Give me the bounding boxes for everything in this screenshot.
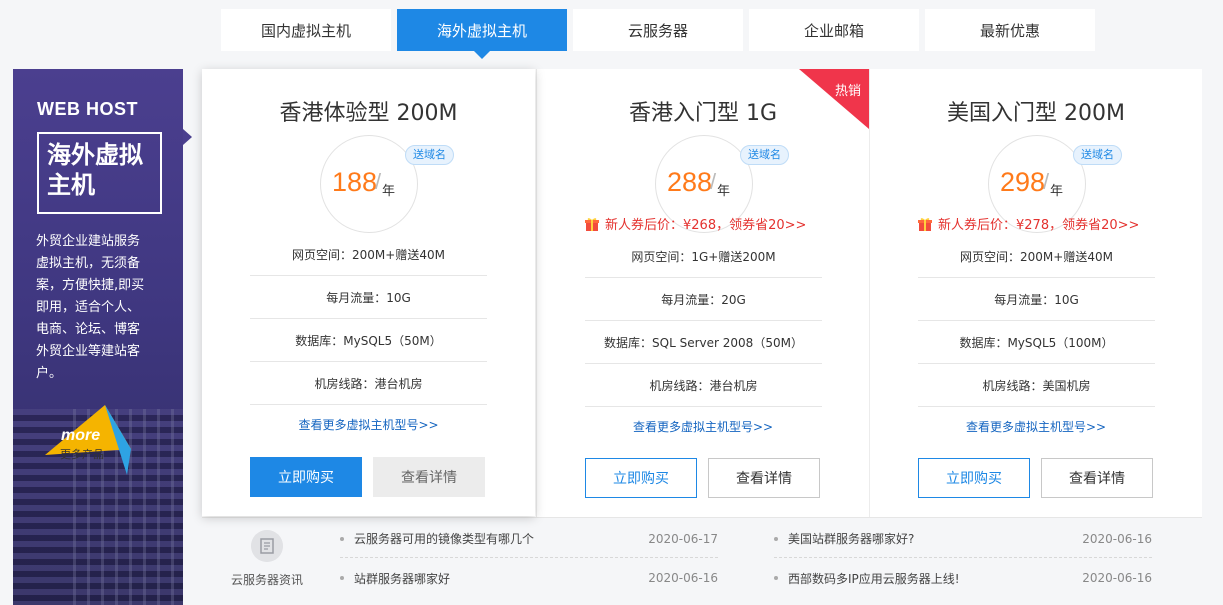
spec-web-space: 网页空间：200M+赠送40M [250,233,487,276]
spec-database: 数据库：MySQL5（50M） [250,319,487,362]
tab-domestic-host[interactable]: 国内虚拟主机 [221,9,391,51]
banner-cn-title-line2: 主机 [47,171,95,199]
overseas-host-banner[interactable]: WEB HOST 海外虚拟 主机 外贸企业建站服务 虚拟主机，无须备 案，方便快… [13,69,183,605]
price-unit: 年 [717,184,731,199]
news-icon [251,530,283,562]
banner-desc-line: 外贸企业等建站客 [36,344,141,359]
product-cards: 香港体验型 200M 188 / 年 送域名 网页空间：200M+赠送40M 每… [202,69,1202,517]
banner-pointer-icon [183,129,192,145]
coupon-offer[interactable]: 新人券后价：¥268，领券省20>> [585,214,806,233]
product-card-hk-basic: 热销 香港入门型 1G 288 / 年 送域名 新人券后价：¥268，领券省20… [536,69,869,517]
bullet-icon [774,576,778,580]
news-title[interactable]: 西部数码多IP应用云服务器上线! [788,570,960,587]
news-item[interactable]: 站群服务器哪家好 2020-06-16 [340,559,718,597]
coupon-text[interactable]: 新人券后价：¥268，领券省20>> [605,214,806,233]
spec-database: 数据库：SQL Server 2008（50M） [585,321,822,364]
gift-icon [585,217,599,231]
more-products-en[interactable]: more [61,427,100,445]
product-card-hk-trial: 香港体验型 200M 188 / 年 送域名 网页空间：200M+赠送40M 每… [202,69,535,516]
news-title[interactable]: 站群服务器哪家好 [354,570,450,587]
free-domain-badge: 送域名 [1073,145,1122,165]
view-details-button[interactable]: 查看详情 [373,457,485,497]
news-title[interactable]: 美国站群服务器哪家好? [788,530,914,547]
card-title: 美国入门型 200M [947,101,1125,126]
coupon-text[interactable]: 新人券后价：¥278，领券省20>> [938,214,1139,233]
product-tabs: 国内虚拟主机 海外虚拟主机 云服务器 企业邮箱 最新优惠 [221,9,1095,59]
banner-desc-line: 电商、论坛、博客 [36,322,141,337]
spec-web-space: 网页空间：200M+赠送40M [918,235,1155,278]
banner-desc-line: 户。 [36,366,63,381]
buy-now-button[interactable]: 立即购买 [250,457,362,497]
buy-now-button[interactable]: 立即购买 [918,458,1030,498]
news-date: 2020-06-16 [1082,571,1152,585]
bullet-icon [340,576,344,580]
bullet-icon [774,536,778,541]
price-unit: 年 [1050,184,1064,199]
tab-overseas-host[interactable]: 海外虚拟主机 [397,9,567,59]
view-details-button[interactable]: 查看详情 [708,458,820,498]
product-card-us-basic: 美国入门型 200M 298 / 年 送域名 新人券后价：¥278，领券省20>… [869,69,1202,517]
card-title: 香港体验型 200M [279,101,458,126]
news-item[interactable]: 美国站群服务器哪家好? 2020-06-16 [774,520,1152,558]
banner-cn-title: 海外虚拟 主机 [37,132,162,214]
coupon-offer[interactable]: 新人券后价：¥278，领券省20>> [918,214,1139,233]
news-item[interactable]: 云服务器可用的镜像类型有哪几个 2020-06-17 [340,520,718,558]
banner-description: 外贸企业建站服务 虚拟主机，无须备 案，方便快捷,即买 即用，适合个人、 电商、… [36,231,161,385]
tab-enterprise-mail[interactable]: 企业邮箱 [749,9,919,51]
price-slash: / [375,169,382,194]
spec-traffic: 每月流量：10G [250,276,487,319]
news-item[interactable]: 西部数码多IP应用云服务器上线! 2020-06-16 [774,559,1152,597]
gift-icon [918,217,932,231]
card-title: 香港入门型 1G [628,101,778,126]
more-models-link[interactable]: 查看更多虚拟主机型号>> [870,418,1202,435]
spec-web-space: 网页空间：1G+赠送200M [585,235,822,278]
more-products-link[interactable]: 更多产品 [60,446,104,462]
news-title[interactable]: 云服务器可用的镜像类型有哪几个 [354,530,534,547]
cloud-news-section: 云服务器资讯 云服务器可用的镜像类型有哪几个 2020-06-17 美国站群服务… [202,517,1202,597]
spec-database: 数据库：MySQL5（100M） [918,321,1155,364]
price-slash: / [1043,169,1050,194]
banner-desc-line: 案，方便快捷,即买 [36,278,145,293]
page: 国内虚拟主机 海外虚拟主机 云服务器 企业邮箱 最新优惠 WEB HOST 海外… [0,0,1223,605]
tab-latest-offers[interactable]: 最新优惠 [925,9,1095,51]
price-value: 188 [332,167,378,197]
price-value: 288 [667,167,713,197]
banner-cn-title-line1: 海外虚拟 [47,141,143,169]
spec-datacenter: 机房线路：港台机房 [250,362,487,405]
buy-now-button[interactable]: 立即购买 [585,458,697,498]
more-models-link[interactable]: 查看更多虚拟主机型号>> [202,416,535,433]
banner-en-title: WEB HOST [37,99,138,119]
free-domain-badge: 送域名 [740,145,789,165]
news-date: 2020-06-16 [648,571,718,585]
banner-desc-line: 即用，适合个人、 [36,300,141,315]
news-section-label: 云服务器资讯 [231,573,304,587]
spec-datacenter: 机房线路：港台机房 [585,364,822,407]
view-details-button[interactable]: 查看详情 [1041,458,1153,498]
price-value: 298 [1000,167,1046,197]
price-slash: / [710,169,717,194]
news-date: 2020-06-16 [1082,531,1152,546]
banner-desc-line: 外贸企业建站服务 [36,234,141,249]
spec-traffic: 每月流量：10G [918,278,1155,321]
free-domain-badge: 送域名 [405,145,454,165]
spec-traffic: 每月流量：20G [585,278,822,321]
banner-desc-line: 虚拟主机，无须备 [36,256,141,271]
more-models-link[interactable]: 查看更多虚拟主机型号>> [537,418,869,435]
price-unit: 年 [382,184,396,199]
news-date: 2020-06-17 [648,531,718,546]
bullet-icon [340,536,344,541]
spec-datacenter: 机房线路：美国机房 [918,364,1155,407]
tab-cloud-server[interactable]: 云服务器 [573,9,743,51]
